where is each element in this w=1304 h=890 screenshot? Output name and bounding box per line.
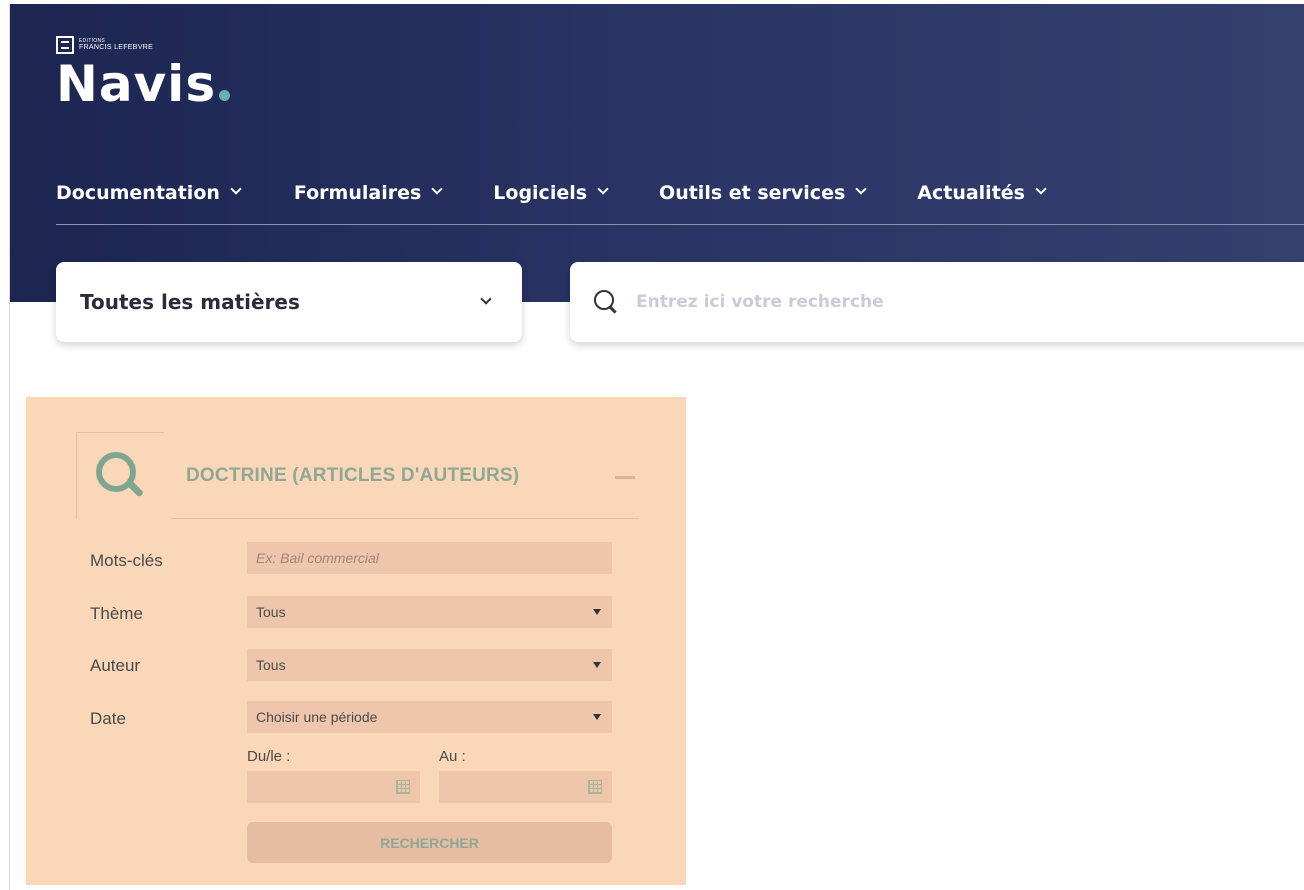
- author-select[interactable]: Tous: [247, 649, 612, 681]
- date-to-label: Au :: [439, 748, 466, 765]
- brand-publisher-block: EDITIONS FRANCIS LEFEBVRE: [79, 38, 153, 52]
- date-to-input[interactable]: [439, 771, 612, 803]
- keywords-label: Mots-clés: [90, 551, 163, 570]
- nav-item-label: Documentation: [56, 182, 220, 204]
- author-label: Auteur: [90, 656, 141, 675]
- brand-name-text: Navis: [56, 55, 217, 113]
- search-button[interactable]: RECHERCHER: [247, 822, 612, 863]
- nav-item-label: Formulaires: [293, 182, 422, 204]
- theme-select[interactable]: Tous: [247, 596, 612, 628]
- chevron-down-icon: [855, 183, 867, 195]
- date-label: Date: [90, 709, 126, 728]
- nav-item-label: Logiciels: [493, 182, 588, 204]
- nav-item-label: Actualités: [917, 182, 1025, 204]
- minus-icon[interactable]: [615, 476, 635, 479]
- site-header: EDITIONS FRANCIS LEFEBVRE Navis Document…: [0, 4, 1304, 302]
- nav-item-formulaires[interactable]: Formulaires: [293, 182, 443, 225]
- search-icon[interactable]: [594, 290, 618, 314]
- window-top-edge: [0, 0, 1304, 4]
- brand-publisher: FRANCIS LEFEBVRE: [79, 44, 154, 51]
- panel-title: DOCTRINE (ARTICLES D'AUTEURS): [186, 465, 520, 486]
- chevron-down-icon: [1035, 183, 1047, 195]
- main-nav: Documentation Formulaires Logiciels Outi…: [56, 182, 1304, 225]
- keywords-input[interactable]: [256, 550, 596, 566]
- brand-dot: [219, 90, 231, 101]
- subject-select[interactable]: Toutes les matières: [56, 262, 522, 342]
- author-select-value: Tous: [256, 657, 286, 673]
- date-from-label: Du/le :: [247, 748, 291, 765]
- caret-down-icon: [593, 609, 601, 615]
- keywords-field[interactable]: [247, 542, 612, 574]
- chevron-down-icon: [597, 183, 609, 195]
- brand-name: Navis: [56, 55, 231, 113]
- main-search-input[interactable]: [636, 292, 1236, 312]
- panel-header: DOCTRINE (ARTICLES D'AUTEURS): [76, 432, 639, 519]
- nav-item-label: Outils et services: [659, 182, 846, 204]
- subject-select-value: Toutes les matières: [80, 290, 300, 314]
- date-period-value: Choisir une période: [256, 709, 378, 725]
- calendar-icon[interactable]: [396, 780, 410, 794]
- theme-select-value: Tous: [256, 604, 286, 620]
- nav-item-documentation[interactable]: Documentation: [56, 182, 242, 225]
- main-search-bar: [570, 262, 1304, 342]
- panel-header-divider: [171, 518, 639, 519]
- caret-down-icon: [593, 662, 601, 668]
- search-icon: [96, 452, 146, 502]
- window-left-edge: [0, 0, 10, 890]
- nav-item-logiciels[interactable]: Logiciels: [493, 182, 609, 225]
- calendar-icon[interactable]: [588, 780, 602, 794]
- caret-down-icon: [593, 714, 601, 720]
- date-from-input[interactable]: [247, 771, 420, 803]
- theme-label: Thème: [90, 604, 143, 623]
- chevron-down-icon: [431, 183, 443, 195]
- nav-item-actualites[interactable]: Actualités: [917, 182, 1047, 225]
- editions-logo-icon: [56, 36, 74, 54]
- nav-item-outils-et-services[interactable]: Outils et services: [659, 182, 867, 225]
- brand-logo[interactable]: EDITIONS FRANCIS LEFEBVRE Navis: [56, 36, 231, 113]
- doctrine-search-panel: DOCTRINE (ARTICLES D'AUTEURS) Mots-clés …: [26, 397, 686, 885]
- brand-mark: EDITIONS FRANCIS LEFEBVRE: [56, 36, 230, 54]
- date-period-select[interactable]: Choisir une période: [247, 701, 612, 733]
- chevron-down-icon: [480, 293, 492, 305]
- chevron-down-icon: [230, 183, 242, 195]
